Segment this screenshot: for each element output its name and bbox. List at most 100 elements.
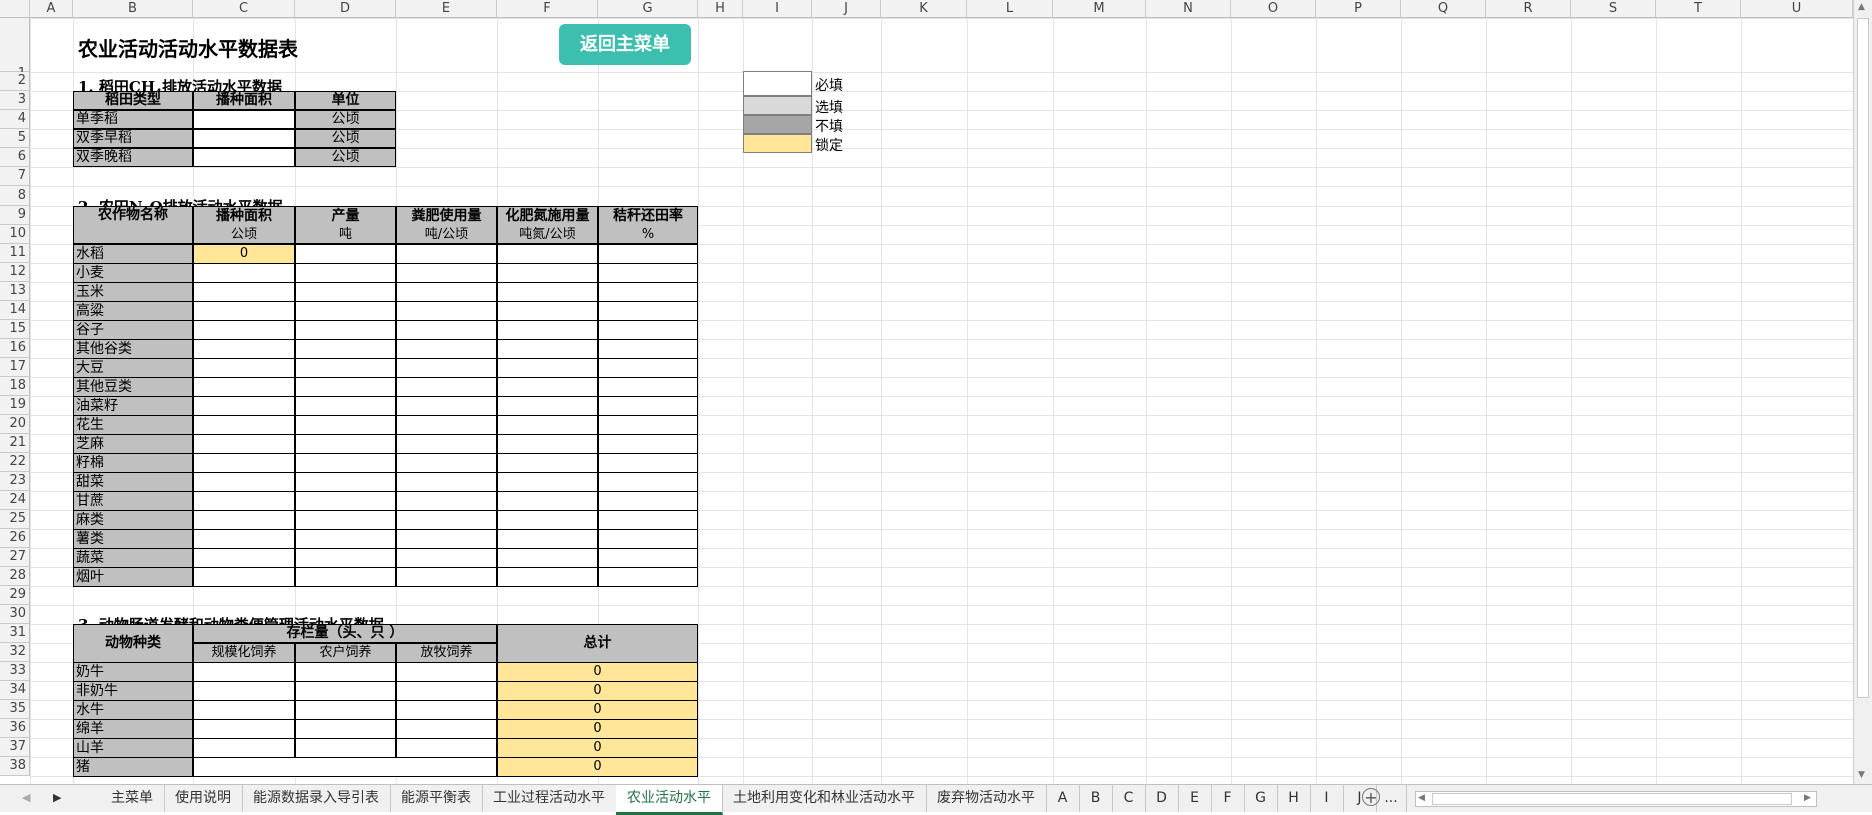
column-header[interactable]: M [1053, 0, 1146, 18]
row-header[interactable]: 3 [0, 91, 30, 110]
s2-input-cell[interactable] [497, 548, 598, 568]
row-header[interactable]: 25 [0, 510, 30, 529]
s2-input-cell[interactable] [193, 377, 295, 397]
s3-input-cell[interactable] [396, 700, 497, 720]
column-header[interactable]: C [193, 0, 295, 18]
row-header[interactable]: 20 [0, 415, 30, 434]
s2-input-cell[interactable] [295, 301, 396, 321]
row-header[interactable]: 19 [0, 396, 30, 415]
s2-input-cell[interactable] [295, 339, 396, 359]
s3-input-cell[interactable] [396, 662, 497, 682]
s2-input-cell[interactable] [193, 453, 295, 473]
row-header[interactable]: 30 [0, 605, 30, 624]
row-header[interactable]: 38 [0, 757, 30, 776]
row-header[interactable]: 23 [0, 472, 30, 491]
s2-input-cell[interactable] [295, 567, 396, 587]
scroll-left-arrow-icon[interactable]: ◀ [1418, 793, 1425, 803]
s2-input-cell[interactable] [598, 263, 698, 283]
s2-input-cell[interactable] [497, 472, 598, 492]
s2-input-cell[interactable] [396, 491, 497, 511]
s2-input-cell[interactable] [295, 396, 396, 416]
sheet-tab[interactable]: H [1277, 785, 1311, 812]
row-header[interactable]: 18 [0, 377, 30, 396]
row-header[interactable]: 11 [0, 244, 30, 263]
row-header[interactable]: 13 [0, 282, 30, 301]
s2-input-cell[interactable] [193, 548, 295, 568]
s2-input-cell[interactable] [598, 434, 698, 454]
column-header[interactable]: E [396, 0, 497, 18]
scroll-right-icon[interactable]: ▶ [53, 791, 61, 804]
s2-input-cell[interactable] [598, 548, 698, 568]
column-header[interactable]: L [967, 0, 1053, 18]
s2-input-cell[interactable] [598, 339, 698, 359]
s2-input-cell[interactable] [193, 339, 295, 359]
s2-input-cell[interactable] [295, 244, 396, 264]
s1-area-input[interactable] [193, 129, 295, 148]
s2-input-cell[interactable] [497, 510, 598, 530]
s3-pig-input[interactable] [193, 757, 497, 777]
row-header[interactable]: 1 [0, 18, 30, 81]
s2-input-cell[interactable] [193, 282, 295, 302]
s3-input-cell[interactable] [193, 662, 295, 682]
s2-input-cell[interactable] [598, 396, 698, 416]
s2-input-cell[interactable] [193, 491, 295, 511]
s3-input-cell[interactable] [193, 738, 295, 758]
s3-input-cell[interactable] [396, 681, 497, 701]
s3-input-cell[interactable] [193, 719, 295, 739]
s2-input-cell[interactable] [396, 415, 497, 435]
s2-input-cell[interactable] [295, 472, 396, 492]
s2-input-cell[interactable] [193, 263, 295, 283]
row-header[interactable]: 10 [0, 225, 30, 244]
row-header[interactable]: 24 [0, 491, 30, 510]
s2-input-cell[interactable] [497, 415, 598, 435]
column-header[interactable]: Q [1401, 0, 1486, 18]
row-header[interactable]: 33 [0, 662, 30, 681]
sheet-tab[interactable]: I [1310, 785, 1344, 812]
s2-input-cell[interactable] [598, 472, 698, 492]
row-header[interactable]: 9 [0, 206, 30, 225]
column-header[interactable]: J [812, 0, 881, 18]
column-header[interactable]: K [881, 0, 967, 18]
column-header[interactable]: P [1316, 0, 1401, 18]
sheet-tab[interactable]: E [1178, 785, 1212, 812]
column-header[interactable]: N [1146, 0, 1231, 18]
s2-input-cell[interactable] [193, 320, 295, 340]
vertical-scrollbar[interactable]: ▲ ▼ [1853, 0, 1872, 784]
row-header[interactable]: 15 [0, 320, 30, 339]
s2-input-cell[interactable] [193, 415, 295, 435]
s2-input-cell[interactable] [497, 263, 598, 283]
s2-input-cell[interactable] [295, 415, 396, 435]
row-header[interactable]: 8 [0, 186, 30, 206]
s2-input-cell[interactable] [497, 453, 598, 473]
column-header[interactable]: B [73, 0, 193, 18]
s2-input-cell[interactable] [598, 529, 698, 549]
sheet-tab[interactable]: 能源平衡表 [390, 785, 483, 812]
s2-input-cell[interactable] [598, 415, 698, 435]
sheet-tab[interactable]: B [1079, 785, 1113, 812]
s2-input-cell[interactable] [598, 377, 698, 397]
s2-input-cell[interactable] [295, 282, 396, 302]
s2-input-cell[interactable] [598, 491, 698, 511]
row-header[interactable]: 27 [0, 548, 30, 567]
sheet-tab[interactable]: G [1244, 785, 1278, 812]
column-header[interactable]: R [1486, 0, 1571, 18]
sheet-tab[interactable]: 农业活动水平 [616, 785, 723, 815]
row-header[interactable]: 32 [0, 643, 30, 662]
s2-input-cell[interactable] [497, 320, 598, 340]
sheet-tab[interactable]: D [1145, 785, 1179, 812]
s2-input-cell[interactable] [295, 510, 396, 530]
column-header[interactable]: D [295, 0, 396, 18]
s2-input-cell[interactable] [193, 510, 295, 530]
row-header[interactable]: 12 [0, 263, 30, 282]
s2-input-cell[interactable] [497, 244, 598, 264]
vscroll-thumb[interactable] [1857, 18, 1869, 698]
s2-input-cell[interactable] [396, 282, 497, 302]
s3-input-cell[interactable] [295, 662, 396, 682]
s2-input-cell[interactable] [396, 434, 497, 454]
s3-input-cell[interactable] [295, 719, 396, 739]
s3-input-cell[interactable] [193, 681, 295, 701]
row-header[interactable]: 5 [0, 129, 30, 148]
scroll-down-icon[interactable]: ▼ [1858, 770, 1865, 780]
scroll-left-icon[interactable]: ◀ [22, 791, 30, 804]
s2-input-cell[interactable] [295, 529, 396, 549]
